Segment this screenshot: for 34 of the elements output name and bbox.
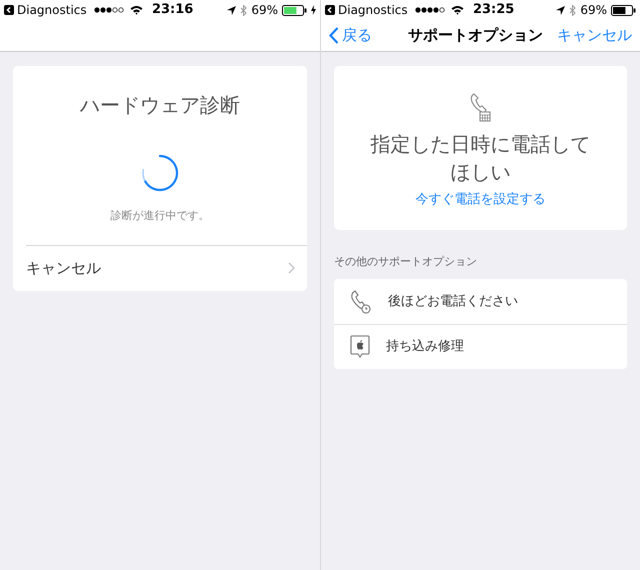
clock: 23:25: [472, 1, 516, 20]
phone-calendar-icon: [470, 92, 492, 122]
bluetooth-icon: [569, 4, 576, 16]
charging-bolt-icon: [311, 5, 316, 15]
location-arrow-icon: [227, 6, 236, 14]
battery-percent: 69%: [580, 2, 607, 19]
section-header: その他のサポートオプション: [334, 254, 478, 270]
phone-clock-icon: [350, 290, 372, 314]
cancel-button[interactable]: キャンセル: [557, 24, 632, 47]
location-arrow-icon: [556, 6, 566, 14]
schedule-call-link[interactable]: 今すぐ電話を設定する: [416, 190, 546, 210]
chevron-right-icon: [288, 262, 295, 274]
screen-title: サポートオプション: [407, 25, 544, 46]
progress-status: 診断が進行中です。: [110, 208, 210, 224]
card-title: ハードウェア診断: [80, 92, 240, 119]
signal-icon: [414, 7, 445, 13]
signal-icon: [94, 7, 124, 13]
back-app-icon: [4, 5, 14, 15]
spinner-icon: [141, 154, 179, 192]
wifi-icon: [130, 5, 143, 15]
back-to-app-link[interactable]: Diagnostics: [4, 1, 87, 19]
store-apple-icon: [350, 335, 370, 359]
clock: 23:16: [150, 1, 194, 20]
battery-percent: 69%: [251, 2, 278, 19]
back-app-icon: [325, 5, 335, 15]
back-chevron-icon: [329, 27, 339, 44]
headline: 指定した日時に電話してほしい: [370, 131, 592, 186]
cancel-row[interactable]: キャンセル: [26, 244, 307, 290]
option-row[interactable]: 後ほどお電話ください: [334, 279, 627, 324]
wifi-icon: [450, 5, 464, 15]
option-row[interactable]: 持ち込み修理: [334, 324, 627, 369]
back-button[interactable]: 戻る: [329, 24, 372, 47]
bluetooth-icon: [240, 4, 248, 16]
back-to-app-link[interactable]: Diagnostics: [325, 1, 408, 19]
